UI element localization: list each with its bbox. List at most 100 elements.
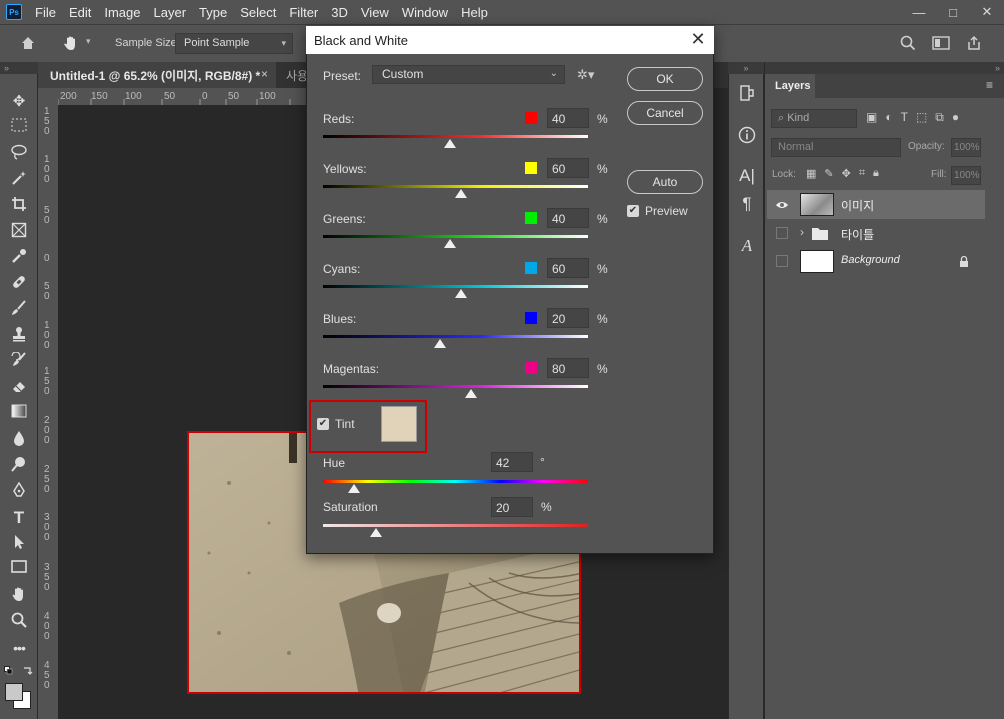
eyedropper-icon[interactable] — [9, 248, 29, 268]
history-panel-icon[interactable] — [737, 84, 757, 104]
healing-brush-icon[interactable] — [9, 274, 29, 294]
lasso-tool-icon[interactable] — [9, 144, 29, 164]
cyans-slider-track[interactable] — [323, 285, 588, 288]
magentas-slider-track[interactable] — [323, 385, 588, 388]
hand-tool-icon[interactable] — [62, 34, 80, 52]
hue-slider-track[interactable] — [323, 480, 588, 483]
visibility-toggle[interactable] — [776, 255, 788, 267]
menu-type[interactable]: Type — [199, 5, 227, 20]
yellows-slider-thumb[interactable] — [454, 189, 467, 198]
menu-image[interactable]: Image — [104, 5, 140, 20]
minimize-button[interactable]: — — [902, 0, 936, 24]
glyphs-panel-icon[interactable]: A — [737, 236, 757, 256]
eye-icon[interactable] — [775, 198, 789, 212]
ok-button[interactable]: OK — [627, 67, 703, 91]
magentas-slider-thumb[interactable] — [465, 389, 478, 398]
visibility-toggle[interactable] — [776, 227, 788, 239]
greens-value-field[interactable]: 40 — [547, 208, 589, 228]
tab-layers[interactable]: Layers — [767, 74, 815, 98]
blues-slider-thumb[interactable] — [433, 339, 446, 348]
character-panel-icon[interactable]: A| — [737, 166, 757, 186]
tool-preset-chevron-icon[interactable]: ▾ — [86, 36, 91, 47]
pen-tool-icon[interactable] — [9, 481, 29, 502]
menu-view[interactable]: View — [361, 5, 389, 20]
menu-window[interactable]: Window — [402, 5, 448, 20]
opacity-field[interactable]: 100% — [951, 138, 981, 157]
hand-tool-icon[interactable] — [9, 586, 29, 606]
menu-help[interactable]: Help — [461, 5, 488, 20]
reds-slider-thumb[interactable] — [444, 139, 457, 148]
paragraph-panel-icon[interactable]: ¶ — [737, 194, 757, 214]
cyans-value-field[interactable]: 60 — [547, 258, 589, 278]
search-icon[interactable] — [900, 35, 916, 51]
type-filter-icon[interactable]: T — [901, 110, 908, 125]
yellows-value-field[interactable]: 60 — [547, 158, 589, 178]
saturation-slider-track[interactable] — [323, 524, 588, 527]
photoshop-logo[interactable]: Ps — [6, 4, 22, 20]
crop-tool-icon[interactable] — [9, 196, 29, 216]
marquee-tool-icon[interactable] — [9, 118, 29, 138]
panel-menu-icon[interactable]: ≡ — [986, 78, 993, 92]
clone-stamp-icon[interactable] — [9, 326, 29, 346]
saturation-slider-thumb[interactable] — [370, 528, 382, 537]
strip-collapse-icon[interactable]: » — [728, 62, 764, 74]
blues-value-field[interactable]: 20 — [547, 308, 589, 328]
gradient-tool-icon[interactable] — [9, 404, 29, 424]
filter-toggle-icon[interactable]: ● — [952, 110, 959, 125]
move-tool-icon[interactable]: ✥ — [9, 92, 29, 112]
chevron-right-icon[interactable]: › — [800, 225, 804, 239]
menu-select[interactable]: Select — [240, 5, 276, 20]
layers-collapse-icon[interactable]: » — [765, 62, 1004, 74]
menu-edit[interactable]: Edit — [69, 5, 91, 20]
magentas-value-field[interactable]: 80 — [547, 358, 589, 378]
menu-filter[interactable]: Filter — [289, 5, 318, 20]
blues-slider-track[interactable] — [323, 335, 588, 338]
zoom-tool-icon[interactable] — [9, 612, 29, 632]
menu-layer[interactable]: Layer — [154, 5, 187, 20]
magic-wand-icon[interactable] — [9, 170, 29, 190]
history-brush-icon[interactable] — [9, 351, 29, 372]
layer-row-title-group[interactable]: › 타이틀 — [767, 219, 985, 248]
toolbar-collapse-icon[interactable]: » — [0, 62, 38, 74]
yellows-slider-track[interactable] — [323, 185, 588, 188]
frame-tool-icon[interactable] — [9, 222, 29, 242]
saturation-value-field[interactable]: 20 — [491, 497, 533, 517]
greens-slider-thumb[interactable] — [444, 239, 457, 248]
dodge-tool-icon[interactable] — [9, 456, 29, 476]
maximize-button[interactable]: □ — [936, 0, 970, 24]
cyans-slider-thumb[interactable] — [454, 289, 467, 298]
cancel-button[interactable]: Cancel — [627, 101, 703, 125]
blend-mode-select[interactable]: Normal — [771, 138, 901, 157]
menu-3d[interactable]: 3D — [331, 5, 348, 20]
close-window-button[interactable]: ✕ — [970, 0, 1004, 24]
rectangle-tool-icon[interactable] — [9, 560, 29, 580]
close-icon[interactable]: ✕ — [688, 30, 708, 50]
pixel-filter-icon[interactable]: ▣ — [866, 110, 877, 125]
workspace-icon[interactable] — [932, 35, 950, 51]
tint-color-swatch[interactable] — [381, 406, 417, 442]
tint-checkbox[interactable]: ✔ — [317, 418, 329, 430]
preset-select[interactable]: Custom ⌄ — [372, 65, 565, 84]
lock-position-icon[interactable]: ✥ — [842, 167, 851, 180]
smart-object-filter-icon[interactable]: ⧉ — [935, 110, 944, 125]
auto-button[interactable]: Auto — [627, 170, 703, 194]
lock-all-icon[interactable]: 🔒︎ — [873, 167, 879, 180]
tab-document-active[interactable]: Untitled-1 @ 65.2% (이미지, RGB/8#) * × — [38, 62, 276, 88]
info-panel-icon[interactable] — [737, 126, 757, 146]
lock-artboard-icon[interactable]: ⌗ — [859, 167, 865, 180]
home-icon[interactable] — [20, 35, 36, 51]
more-tools-icon[interactable]: ••• — [9, 638, 29, 658]
layer-row-image[interactable]: 이미지 — [767, 190, 985, 219]
filter-kind-select[interactable]: ⌕ Kind — [771, 109, 857, 128]
share-icon[interactable] — [966, 35, 982, 51]
type-tool-icon[interactable]: T — [9, 508, 29, 528]
brush-tool-icon[interactable] — [9, 300, 29, 320]
shape-filter-icon[interactable]: ⬚ — [916, 110, 927, 125]
layer-row-background[interactable]: Background — [767, 247, 985, 276]
hue-value-field[interactable]: 42 — [491, 452, 533, 472]
eraser-tool-icon[interactable] — [9, 378, 29, 398]
reds-value-field[interactable]: 40 — [547, 108, 589, 128]
tab-close-icon[interactable]: × — [261, 67, 268, 81]
gear-icon[interactable]: ✲▾ — [577, 67, 594, 83]
reds-slider-track[interactable] — [323, 135, 588, 138]
